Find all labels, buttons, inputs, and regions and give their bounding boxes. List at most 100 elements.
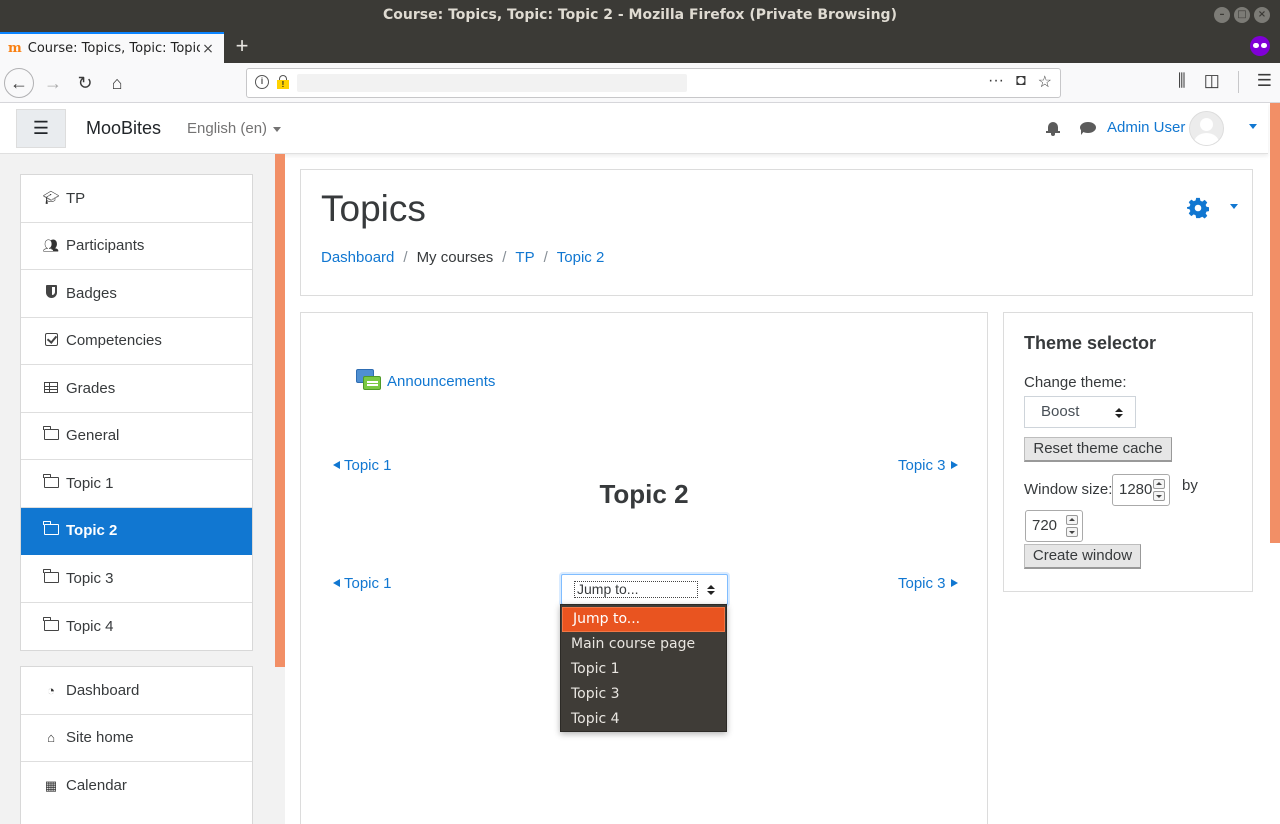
spinner-icon[interactable] [1153,479,1165,501]
nav-item-topic-1[interactable]: Topic 1 [21,460,252,508]
jump-to-select[interactable]: Jump to... [561,574,728,605]
nav-item-dashboard[interactable]: ◔ Dashboard [21,667,252,715]
caret-down-icon [273,126,282,132]
nav-item-label: General [66,427,120,445]
window-width-input[interactable]: 1280 [1112,474,1170,506]
close-window-icon[interactable]: × [1254,7,1270,23]
spinner-icon[interactable] [1066,515,1078,537]
messages-chat-icon[interactable] [1080,122,1096,135]
breadcrumb-separator: / [543,249,548,266]
check-square-icon [44,332,58,346]
page-header: Topics Dashboard / My courses / TP / Top… [300,169,1253,296]
nav-item-calendar[interactable]: ▦ Calendar [21,762,252,810]
next-section-label: Topic 3 [898,457,946,474]
nav-item-badges[interactable]: Badges [21,270,252,318]
forum-icon [356,369,382,393]
create-window-button[interactable]: Create window [1024,544,1141,569]
page-actions-icon[interactable]: ··· [988,72,1004,92]
nav-item-topic-2[interactable]: Topic 2 [21,507,252,555]
drawer-toggle-button[interactable]: ☰ [16,109,66,148]
jump-option-topic-1[interactable]: Topic 1 [561,657,726,682]
next-section-label: Topic 3 [898,575,946,592]
nav-item-participants[interactable]: 👥︎ Participants [21,223,252,270]
breadcrumb-dashboard[interactable]: Dashboard [321,249,394,266]
site-header: ☰ MooBites English (en) Admin User [0,103,1268,154]
site-brand[interactable]: MooBites [86,118,161,139]
gear-icon[interactable] [1187,197,1209,219]
new-tab-icon[interactable]: + [230,34,254,58]
minimize-icon[interactable]: – [1214,7,1230,23]
nav-item-site-home[interactable]: ⌂ Site home [21,715,252,762]
info-icon[interactable]: i [255,75,269,89]
next-section-link-bottom[interactable]: Topic 3 [898,575,958,592]
nav-item-label: TP [66,189,86,207]
previous-section-link[interactable]: Topic 1 [333,457,392,474]
breadcrumb-topic-2[interactable]: Topic 2 [557,249,605,266]
select-arrows-icon [707,585,715,596]
window-height-value: 720 [1032,517,1058,534]
forward-arrow-icon[interactable]: → [38,68,68,98]
shield-icon [45,285,57,299]
nav-item-competencies[interactable]: Competencies [21,318,252,365]
nav-item-tp[interactable]: 🎓︎ TP [21,175,252,223]
theme-select-value: Boost [1041,403,1080,420]
reload-icon[interactable]: ↻ [70,68,100,98]
jump-option-topic-3[interactable]: Topic 3 [561,682,726,707]
next-section-link[interactable]: Topic 3 [898,457,958,474]
nav-item-label: Topic 2 [66,522,118,540]
drawer-scrollbar[interactable] [275,154,285,667]
pocket-icon[interactable]: ◘ [1016,72,1026,92]
moodle-favicon-icon: m [8,41,22,56]
browser-tab[interactable]: m Course: Topics, Topic: Topic 2 × [0,32,224,63]
announcements-activity[interactable]: Announcements [356,369,495,393]
theme-select[interactable]: Boost [1024,396,1136,428]
nav-item-label: Grades [66,379,116,397]
tab-close-icon[interactable]: × [200,41,216,57]
gear-caret-icon[interactable] [1230,204,1238,209]
back-arrow-icon[interactable]: ← [4,68,34,98]
nav-item-general[interactable]: General [21,413,252,460]
nav-item-label: Calendar [66,777,127,795]
nav-item-grades[interactable]: Grades [21,365,252,413]
library-icon[interactable]: ⫼ [1178,71,1186,93]
nav-item-label: Competencies [66,332,162,350]
language-menu[interactable]: English (en) [187,120,282,137]
maximize-icon[interactable]: □ [1234,7,1250,23]
nav-item-topic-3[interactable]: Topic 3 [21,555,252,603]
breadcrumb-separator: / [502,249,507,266]
triangle-right-icon [950,461,958,469]
folder-icon [43,473,59,488]
sidebar-icon[interactable]: ◫ [1204,71,1220,93]
avatar[interactable] [1189,111,1224,146]
nav-drawer: 🎓︎ TP 👥︎ Participants Badges Competencie… [0,154,285,824]
folder-icon [43,616,59,631]
user-menu-name[interactable]: Admin User [1107,119,1185,136]
table-icon [44,381,58,393]
insecure-lock-icon[interactable] [277,75,289,89]
jump-to-value: Jump to... [574,581,698,598]
window-title: Course: Topics, Topic: Topic 2 - Mozilla… [383,7,897,23]
announcements-link[interactable]: Announcements [387,373,495,390]
user-menu-caret-icon[interactable] [1249,124,1257,129]
toolbar-divider [1237,71,1239,93]
triangle-right-icon [950,579,958,587]
jump-option-topic-4[interactable]: Topic 4 [561,707,726,732]
window-height-input[interactable]: 720 [1025,510,1083,542]
nav-item-topic-4[interactable]: Topic 4 [21,603,252,651]
previous-section-link-bottom[interactable]: Topic 1 [333,575,392,592]
breadcrumb-my-courses: My courses [416,249,494,266]
window-width-value: 1280 [1119,481,1153,498]
page-scrollbar[interactable] [1270,103,1280,543]
breadcrumb-tp[interactable]: TP [515,249,534,266]
bookmark-star-icon[interactable]: ☆ [1038,72,1052,92]
reset-theme-cache-button[interactable]: Reset theme cache [1024,437,1172,462]
notifications-bell-icon[interactable] [1046,120,1060,136]
nav-item-label: Badges [66,284,117,302]
home-icon[interactable]: ⌂ [102,68,132,98]
language-label: English (en) [187,120,268,137]
url-bar[interactable]: i ··· ◘ ☆ [246,68,1061,98]
previous-section-label: Topic 1 [344,575,392,592]
jump-option-main-course-page[interactable]: Main course page [561,632,726,657]
menu-icon[interactable]: ☰ [1257,71,1272,93]
jump-option-jump-to[interactable]: Jump to... [562,607,725,632]
